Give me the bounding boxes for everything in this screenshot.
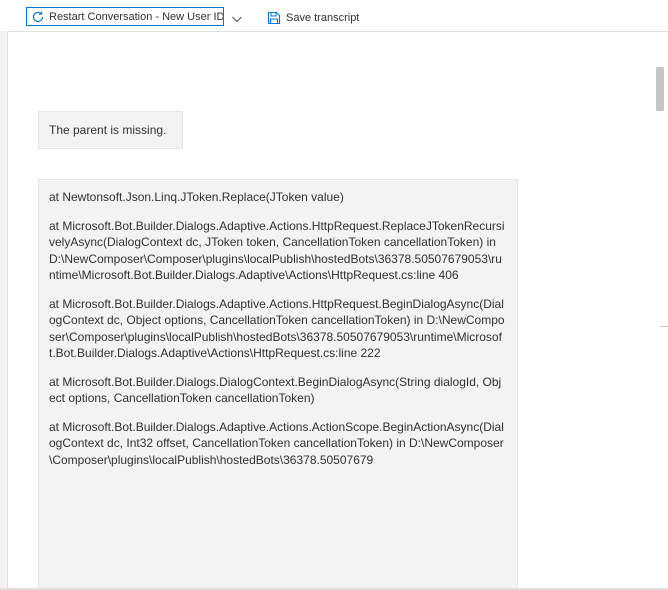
- stacktrace-line: at Microsoft.Bot.Builder.Dialogs.Adaptiv…: [49, 296, 505, 361]
- left-panel-edge: [0, 31, 8, 590]
- restart-conversation-label: Restart Conversation - New User ID: [49, 10, 224, 23]
- splitter-handle[interactable]: [660, 326, 668, 327]
- chat-transcript: The parent is missing. at Newtonsoft.Jso…: [8, 32, 654, 588]
- chevron-down-icon[interactable]: [231, 11, 243, 23]
- stacktrace-line: at Microsoft.Bot.Builder.Dialogs.DialogC…: [49, 374, 502, 406]
- save-transcript-label: Save transcript: [286, 12, 360, 24]
- scrollbar-thumb[interactable]: [656, 67, 664, 111]
- bot-message: The parent is missing.: [38, 111, 183, 149]
- stacktrace-line: at Newtonsoft.Json.Linq.JToken.Replace(J…: [49, 190, 344, 204]
- bot-message-stacktrace: at Newtonsoft.Json.Linq.JToken.Replace(J…: [38, 179, 518, 588]
- save-icon: [266, 10, 282, 26]
- save-transcript-button[interactable]: Save transcript: [266, 9, 359, 27]
- restart-conversation-button[interactable]: Restart Conversation - New User ID: [26, 7, 224, 26]
- stacktrace-line: at Microsoft.Bot.Builder.Dialogs.Adaptiv…: [49, 218, 505, 283]
- refresh-icon: [31, 10, 45, 24]
- toolbar: Restart Conversation - New User ID Save …: [0, 0, 668, 32]
- scrollbar-track[interactable]: [654, 32, 668, 588]
- message-text: The parent is missing.: [49, 123, 167, 137]
- stacktrace-line: at Microsoft.Bot.Builder.Dialogs.Adaptiv…: [49, 419, 504, 467]
